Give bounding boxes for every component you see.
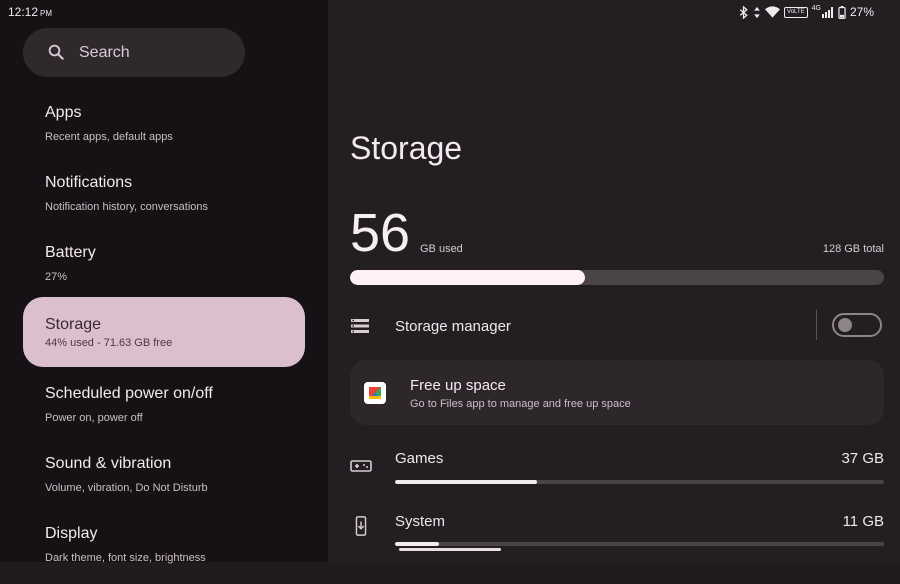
toggle-knob: [838, 318, 852, 332]
storage-used-unit: GB used: [420, 243, 463, 255]
storage-manager-toggle[interactable]: [832, 313, 882, 337]
category-value: 11 GB: [842, 513, 884, 530]
storage-manager-icon: [351, 319, 369, 333]
category-usage-bar: [395, 542, 884, 546]
sidebar-item-subtitle: Recent apps, default apps: [45, 131, 173, 143]
search-bar[interactable]: Search: [23, 28, 245, 77]
clock-ampm: PM: [40, 9, 53, 18]
signal-icon: [821, 6, 833, 18]
sidebar-item-title: Apps: [45, 104, 82, 121]
volte-badge: VoLTE: [784, 6, 808, 18]
free-up-space-card[interactable]: Free up space Go to Files app to manage …: [350, 360, 884, 425]
sidebar-item-subtitle: Dark theme, font size, brightness: [45, 552, 206, 564]
sidebar-item-storage[interactable]: Storage 44% used - 71.63 GB free: [23, 297, 305, 367]
gamepad-icon: [350, 460, 372, 472]
sidebar-item-subtitle: Power on, power off: [45, 412, 143, 424]
storage-total: 128 GB total: [822, 243, 884, 255]
search-icon: [48, 44, 64, 60]
sidebar-item-sound-vibration[interactable]: Sound & vibration Volume, vibration, Do …: [23, 444, 305, 514]
wifi-icon: [765, 6, 781, 18]
free-up-space-title: Free up space: [410, 377, 506, 394]
sidebar-item-notifications[interactable]: Notifications Notification history, conv…: [23, 163, 305, 233]
sidebar-item-apps[interactable]: Apps Recent apps, default apps: [23, 93, 305, 163]
category-label: System: [395, 513, 446, 530]
category-usage-fill: [395, 542, 439, 546]
category-usage-fill: [395, 480, 537, 484]
sidebar-item-subtitle: 44% used - 71.63 GB free: [45, 337, 173, 349]
battery-percent: 27%: [849, 5, 874, 19]
storage-usage-bar: [350, 270, 884, 285]
settings-sidebar: 12:12 PM Search Apps Recent apps, default…: [0, 0, 328, 564]
sidebar-item-subtitle: Notification history, conversations: [45, 201, 209, 213]
bluetooth-icon: [739, 5, 748, 19]
files-app-icon: [364, 382, 386, 404]
category-usage-bar: [395, 480, 884, 484]
sidebar-item-title: Battery: [45, 244, 96, 261]
sidebar-item-subtitle: Volume, vibration, Do Not Disturb: [45, 482, 208, 494]
free-up-space-subtitle: Go to Files app to manage and free up sp…: [410, 398, 631, 410]
sidebar-item-display[interactable]: Display Dark theme, font size, brightnes…: [23, 514, 305, 584]
sidebar-item-title: Storage: [45, 316, 102, 333]
clock-time: 12:12: [8, 5, 39, 19]
storage-usage-fill: [350, 270, 585, 285]
sidebar-item-title: Sound & vibration: [45, 455, 172, 472]
gesture-nav-handle[interactable]: [399, 548, 501, 551]
status-icons: VoLTE 4G 27%: [739, 5, 874, 19]
category-value: 37 GB: [841, 450, 884, 467]
sidebar-item-battery[interactable]: Battery 27%: [23, 233, 305, 303]
page-title: Storage: [350, 130, 463, 166]
sidebar-item-title: Scheduled power on/off: [45, 385, 213, 402]
sidebar-item-subtitle: 27%: [45, 271, 68, 283]
system-update-icon: [355, 516, 367, 536]
toggle-divider: [816, 310, 817, 340]
sidebar-item-title: Notifications: [45, 174, 133, 191]
category-label: Games: [395, 450, 444, 467]
network-type-label: 4G: [811, 4, 821, 12]
storage-manager-label: Storage manager: [395, 318, 511, 335]
search-label: Search: [79, 44, 130, 61]
sidebar-item-title: Display: [45, 525, 98, 542]
storage-used-value: 56: [350, 203, 411, 263]
battery-icon: [838, 5, 846, 19]
data-transfer-icon: [754, 6, 760, 18]
status-clock: 12:12 PM: [8, 5, 52, 19]
sidebar-item-scheduled-power[interactable]: Scheduled power on/off Power on, power o…: [23, 374, 305, 444]
